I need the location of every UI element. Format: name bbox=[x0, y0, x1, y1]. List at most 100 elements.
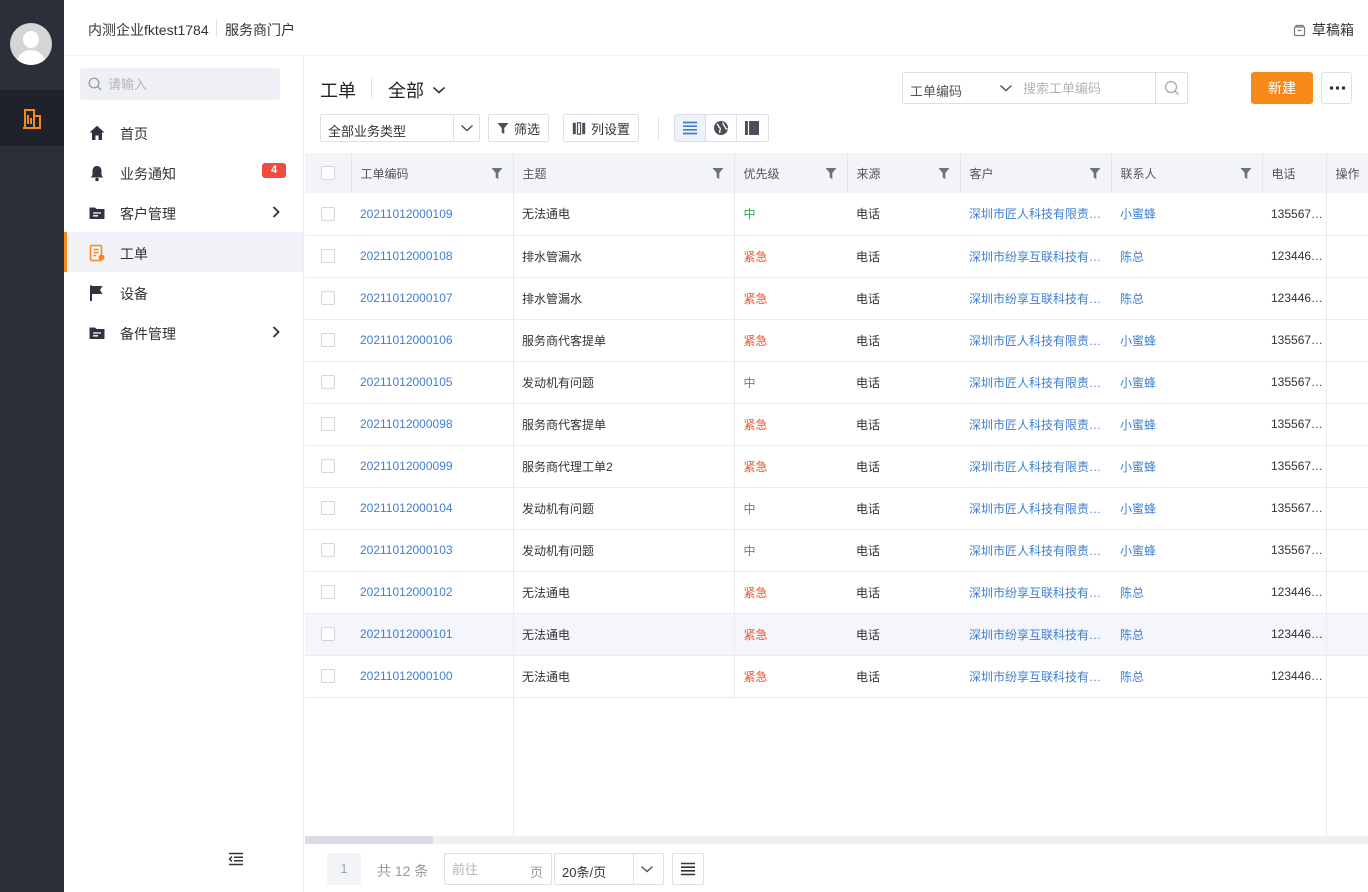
row-checkbox[interactable] bbox=[321, 543, 335, 558]
chevron-down-icon[interactable] bbox=[999, 83, 1013, 93]
map-view-button[interactable] bbox=[706, 115, 737, 141]
more-actions-button[interactable] bbox=[1321, 72, 1352, 104]
cell-customer[interactable]: 深圳市纷享互联科技有限公司 bbox=[960, 277, 1111, 320]
cell-order-code[interactable]: 20211012000109 bbox=[351, 193, 513, 236]
cell-order-code[interactable]: 20211012000101 bbox=[351, 613, 513, 656]
row-density-button[interactable] bbox=[672, 853, 704, 885]
column-header-phone[interactable]: 电话 bbox=[1262, 153, 1327, 193]
cell-customer[interactable]: 深圳市纷享互联科技有限公司 bbox=[960, 613, 1111, 656]
cell-contact[interactable]: 小蜜蜂 bbox=[1111, 529, 1262, 572]
table-row[interactable]: 20211012000104 发动机有问题中电话 深圳市匠人科技有限责任公司 小蜜蜂 1… bbox=[305, 487, 1368, 530]
cell-customer[interactable]: 深圳市匠人科技有限责任公司 bbox=[960, 193, 1111, 236]
search-type-select[interactable]: 工单编码 bbox=[910, 81, 962, 100]
panel-view-button[interactable] bbox=[737, 115, 768, 141]
cell-order-code[interactable]: 20211012000105 bbox=[351, 361, 513, 404]
business-type-select[interactable]: 全部业务类型 bbox=[320, 114, 480, 142]
filter-button[interactable]: 筛选 bbox=[488, 114, 550, 142]
cell-contact[interactable]: 小蜜蜂 bbox=[1111, 445, 1262, 488]
scrollbar-thumb[interactable] bbox=[305, 836, 433, 844]
column-filter-icon[interactable] bbox=[938, 167, 950, 180]
sidebar-item-work-orders[interactable]: 工单 bbox=[64, 232, 303, 272]
cell-contact[interactable]: 陈总 bbox=[1111, 613, 1262, 656]
column-filter-icon[interactable] bbox=[825, 167, 837, 180]
table-row[interactable]: 20211012000098 服务商代客提单 紧急 电话 深圳市匠人科技有限责任公司 小蜜… bbox=[305, 403, 1368, 446]
cell-contact[interactable]: 小蜜蜂 bbox=[1111, 193, 1262, 236]
cell-customer[interactable]: 深圳市匠人科技有限责任公司 bbox=[960, 445, 1111, 488]
column-filter-icon[interactable] bbox=[491, 167, 503, 180]
view-dropdown[interactable]: 全部 bbox=[388, 77, 446, 103]
cell-customer[interactable]: 深圳市匠人科技有限责任公司 bbox=[960, 487, 1111, 530]
cell-contact[interactable]: 小蜜蜂 bbox=[1111, 361, 1262, 404]
row-checkbox[interactable] bbox=[321, 207, 335, 222]
column-filter-icon[interactable] bbox=[712, 167, 724, 180]
sidebar-item-spare-parts[interactable]: 备件管理 bbox=[64, 312, 303, 352]
row-checkbox[interactable] bbox=[321, 417, 335, 432]
cell-customer[interactable]: 深圳市纷享互联科技有限公司 bbox=[960, 571, 1111, 614]
avatar[interactable] bbox=[10, 23, 52, 65]
row-checkbox[interactable] bbox=[321, 333, 335, 348]
rail-item-portal[interactable] bbox=[0, 90, 64, 146]
table-row[interactable]: 20211012000106 服务商代客提单 紧急 电话 深圳市匠人科技有限责任公司 小蜜… bbox=[305, 319, 1368, 362]
sidebar-search-input[interactable] bbox=[108, 68, 276, 100]
column-header-priority[interactable]: 优先级 bbox=[734, 153, 848, 193]
cell-customer[interactable]: 深圳市匠人科技有限责任公司 bbox=[960, 319, 1111, 362]
list-view-button[interactable] bbox=[675, 115, 706, 141]
cell-contact[interactable]: 陈总 bbox=[1111, 571, 1262, 614]
table-row[interactable]: 20211012000102 无法通电 紧急 电话 深圳市纷享互联科技有限公司 陈总 123… bbox=[305, 571, 1368, 614]
row-checkbox[interactable] bbox=[321, 375, 335, 390]
row-checkbox[interactable] bbox=[321, 669, 335, 684]
cell-contact[interactable]: 小蜜蜂 bbox=[1111, 487, 1262, 530]
cell-order-code[interactable]: 20211012000107 bbox=[351, 277, 513, 320]
cell-contact[interactable]: 小蜜蜂 bbox=[1111, 403, 1262, 446]
cell-customer[interactable]: 深圳市匠人科技有限责任公司 bbox=[960, 403, 1111, 446]
table-row[interactable]: 20211012000105 发动机有问题中电话 深圳市匠人科技有限责任公司 小蜜蜂 1… bbox=[305, 361, 1368, 404]
column-settings-button[interactable]: 列设置 bbox=[563, 114, 640, 142]
select-all-checkbox[interactable] bbox=[320, 166, 335, 181]
cell-order-code[interactable]: 20211012000102 bbox=[351, 571, 513, 614]
column-header-contact[interactable]: 联系人 bbox=[1111, 153, 1263, 193]
table-row[interactable]: 20211012000108 排水管漏水 紧急 电话 深圳市纷享互联科技有限公司 陈总 12… bbox=[305, 235, 1368, 278]
sidebar-item-customers[interactable]: 客户管理 bbox=[64, 192, 303, 232]
horizontal-scrollbar[interactable] bbox=[305, 836, 1368, 844]
sidebar-item-devices[interactable]: 设备 bbox=[64, 272, 303, 312]
cell-customer[interactable]: 深圳市匠人科技有限责任公司 bbox=[960, 529, 1111, 572]
table-row[interactable]: 20211012000103 发动机有问题中电话 深圳市匠人科技有限责任公司 小蜜蜂 1… bbox=[305, 529, 1368, 572]
table-row[interactable]: 20211012000100 无法通电 紧急 电话 深圳市纷享互联科技有限公司 陈总 123… bbox=[305, 655, 1368, 698]
cell-order-code[interactable]: 20211012000099 bbox=[351, 445, 513, 488]
cell-order-code[interactable]: 20211012000098 bbox=[351, 403, 513, 446]
cell-order-code[interactable]: 20211012000104 bbox=[351, 487, 513, 530]
sidebar-item-notifications[interactable]: 业务通知 4 bbox=[64, 152, 303, 192]
table-row[interactable]: 20211012000109 无法通电中电话 深圳市匠人科技有限责任公司 小蜜蜂 135… bbox=[305, 193, 1368, 236]
cell-contact[interactable]: 陈总 bbox=[1111, 277, 1262, 320]
drafts-button[interactable]: 草稿箱 bbox=[1293, 20, 1354, 40]
cell-order-code[interactable]: 20211012000108 bbox=[351, 235, 513, 278]
cell-customer[interactable]: 深圳市纷享互联科技有限公司 bbox=[960, 235, 1111, 278]
column-header-subject[interactable]: 主题 bbox=[513, 153, 735, 193]
page-size-select[interactable]: 20条/页 bbox=[554, 853, 664, 885]
row-checkbox[interactable] bbox=[321, 627, 335, 642]
order-search-button[interactable] bbox=[1155, 73, 1187, 103]
cell-order-code[interactable]: 20211012000100 bbox=[351, 655, 513, 698]
column-filter-icon[interactable] bbox=[1089, 167, 1101, 180]
column-filter-icon[interactable] bbox=[1240, 167, 1252, 180]
table-row[interactable]: 20211012000099 服务商代理工单2 紧急 电话 深圳市匠人科技有限责任公司小… bbox=[305, 445, 1368, 488]
table-row[interactable]: 20211012000107 排水管漏水 紧急 电话 深圳市纷享互联科技有限公司 陈总 12… bbox=[305, 277, 1368, 320]
page-number-current[interactable]: 1 bbox=[327, 853, 361, 885]
row-checkbox[interactable] bbox=[321, 249, 335, 264]
cell-contact[interactable]: 陈总 bbox=[1111, 235, 1262, 278]
column-header-code[interactable]: 工单编码 bbox=[351, 153, 514, 193]
cell-customer[interactable]: 深圳市纷享互联科技有限公司 bbox=[960, 655, 1111, 698]
cell-customer[interactable]: 深圳市匠人科技有限责任公司 bbox=[960, 361, 1111, 404]
row-checkbox[interactable] bbox=[321, 501, 335, 516]
column-header-source[interactable]: 来源 bbox=[847, 153, 961, 193]
sidebar-item-home[interactable]: 首页 bbox=[64, 112, 303, 152]
collapse-sidebar-icon[interactable] bbox=[228, 852, 244, 866]
row-checkbox[interactable] bbox=[321, 459, 335, 474]
row-checkbox[interactable] bbox=[321, 585, 335, 600]
row-checkbox[interactable] bbox=[321, 291, 335, 306]
cell-order-code[interactable]: 20211012000106 bbox=[351, 319, 513, 362]
new-order-button[interactable]: 新建 bbox=[1251, 72, 1313, 104]
column-header-customer[interactable]: 客户 bbox=[960, 153, 1112, 193]
table-row[interactable]: 20211012000101 无法通电 紧急 电话 深圳市纷享互联科技有限公司 陈总 123… bbox=[305, 613, 1368, 656]
cell-order-code[interactable]: 20211012000103 bbox=[351, 529, 513, 572]
